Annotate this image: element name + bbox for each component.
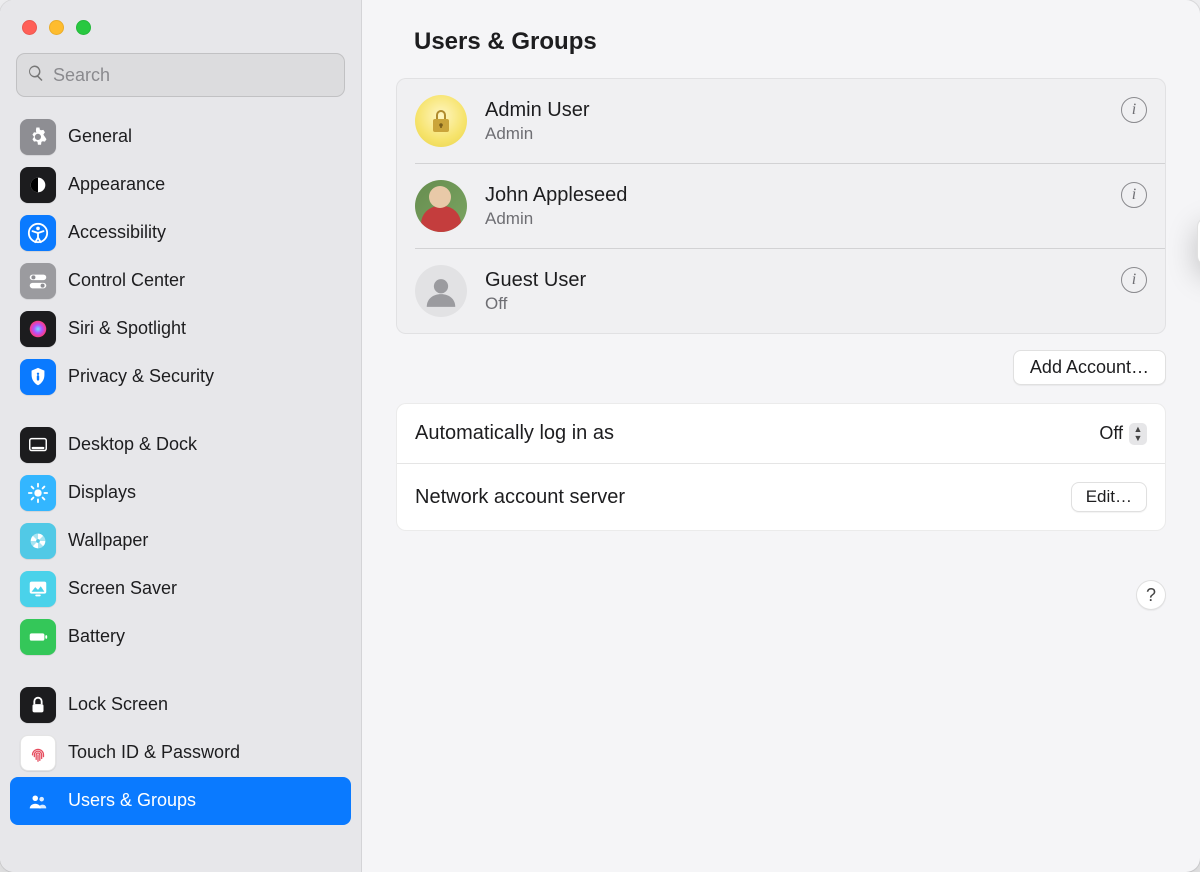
close-window-button[interactable] (22, 20, 37, 35)
sidebar-item-siri-spotlight[interactable]: Siri & Spotlight (10, 305, 351, 353)
lock-icon (20, 687, 56, 723)
page-title: Users & Groups (396, 28, 1166, 56)
sidebar-item-label: Wallpaper (68, 530, 148, 552)
user-avatar (415, 180, 467, 232)
gear-icon (20, 119, 56, 155)
user-name: John Appleseed (485, 184, 1103, 207)
sidebar-item-label: Users & Groups (68, 790, 196, 812)
sidebar-item-users-groups[interactable]: Users & Groups (10, 777, 351, 825)
search-field[interactable] (16, 53, 345, 97)
system-settings-window: General Appearance Accessibility Control Ce… (0, 0, 1200, 872)
user-row[interactable]: John AppleseedAdmini (397, 164, 1165, 248)
traffic-lights (0, 14, 361, 53)
user-name: Guest User (485, 269, 1103, 292)
edit-network-server-button[interactable]: Edit… (1071, 482, 1147, 512)
sidebar-item-lock-screen[interactable]: Lock Screen (10, 681, 351, 729)
sidebar-item-label: Control Center (68, 270, 185, 292)
sidebar-item-label: Siri & Spotlight (68, 318, 186, 340)
privacy-icon (20, 359, 56, 395)
info-button[interactable]: i (1121, 267, 1147, 293)
auto-login-label: Automatically log in as (415, 422, 614, 445)
sidebar-item-label: Touch ID & Password (68, 742, 240, 764)
dock-icon (20, 427, 56, 463)
sidebar-item-label: Displays (68, 482, 136, 504)
sidebar-item-appearance[interactable]: Appearance (10, 161, 351, 209)
screensaver-icon (20, 571, 56, 607)
sidebar-item-general[interactable]: General (10, 113, 351, 161)
sidebar-item-battery[interactable]: Battery (10, 613, 351, 661)
sidebar-item-screen-saver[interactable]: Screen Saver (10, 565, 351, 613)
accessibility-icon (20, 215, 56, 251)
battery-icon (20, 619, 56, 655)
control-center-icon (20, 263, 56, 299)
minimize-window-button[interactable] (49, 20, 64, 35)
sidebar-item-label: Screen Saver (68, 578, 177, 600)
sidebar-item-desktop-dock[interactable]: Desktop & Dock (10, 421, 351, 469)
user-role: Off (485, 294, 1103, 314)
network-server-row: Network account server Edit… (397, 463, 1165, 530)
lock-avatar (415, 95, 467, 147)
wallpaper-icon (20, 523, 56, 559)
guest-avatar (415, 265, 467, 317)
network-server-label: Network account server (415, 486, 625, 509)
sidebar-item-label: Appearance (68, 174, 165, 196)
updown-icon: ▲▼ (1129, 423, 1147, 445)
sidebar-item-label: Battery (68, 626, 125, 648)
user-row[interactable]: Guest UserOffi (397, 249, 1165, 333)
auto-login-select[interactable]: Off ▲▼ (1099, 423, 1147, 445)
displays-icon (20, 475, 56, 511)
add-account-button[interactable]: Add Account… (1013, 350, 1166, 385)
users-list: Admin UserAdminiJohn AppleseedAdminiGues… (396, 78, 1166, 334)
search-input[interactable] (53, 65, 334, 86)
user-role: Admin (485, 209, 1103, 229)
auto-login-row: Automatically log in as Off ▲▼ (397, 404, 1165, 463)
auto-login-value: Off (1099, 423, 1123, 444)
user-row[interactable]: Admin UserAdmini (397, 79, 1165, 163)
sidebar-item-displays[interactable]: Displays (10, 469, 351, 517)
touchid-icon (20, 735, 56, 771)
user-role: Admin (485, 124, 1103, 144)
sidebar-item-label: Desktop & Dock (68, 434, 197, 456)
sidebar-item-privacy-security[interactable]: Privacy & Security (10, 353, 351, 401)
info-button[interactable]: i (1121, 97, 1147, 123)
search-icon (27, 64, 45, 87)
sidebar-item-wallpaper[interactable]: Wallpaper (10, 517, 351, 565)
user-name: Admin User (485, 99, 1103, 122)
appearance-icon (20, 167, 56, 203)
info-button[interactable]: i (1121, 182, 1147, 208)
sidebar: General Appearance Accessibility Control Ce… (0, 0, 362, 872)
sidebar-item-label: Accessibility (68, 222, 166, 244)
login-settings: Automatically log in as Off ▲▼ Network a… (396, 403, 1166, 531)
sidebar-item-accessibility[interactable]: Accessibility (10, 209, 351, 257)
sidebar-item-control-center[interactable]: Control Center (10, 257, 351, 305)
sidebar-item-label: Lock Screen (68, 694, 168, 716)
sidebar-item-label: General (68, 126, 132, 148)
sidebar-item-label: Privacy & Security (68, 366, 214, 388)
content-pane: Users & Groups Admin UserAdminiJohn Appl… (362, 0, 1200, 872)
sidebar-nav: General Appearance Accessibility Control Ce… (0, 111, 361, 835)
siri-icon (20, 311, 56, 347)
zoom-window-button[interactable] (76, 20, 91, 35)
help-button[interactable]: ? (1136, 580, 1166, 610)
users-icon (20, 783, 56, 819)
sidebar-item-touch-id-password[interactable]: Touch ID & Password (10, 729, 351, 777)
